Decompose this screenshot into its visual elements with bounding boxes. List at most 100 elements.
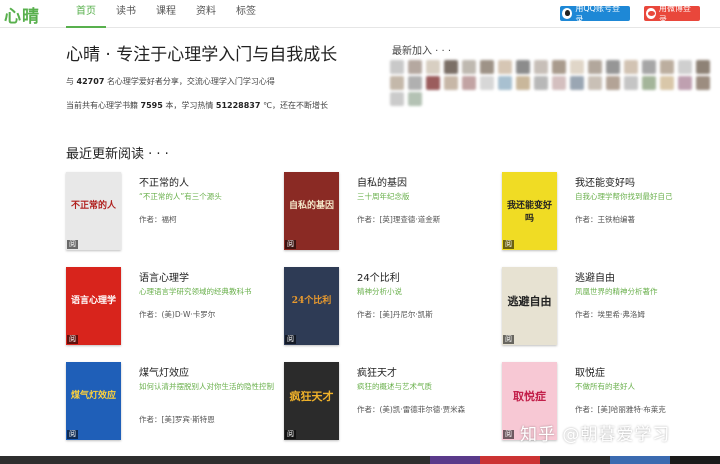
- main-nav: 首页 读书 课程 资料 标签: [66, 0, 266, 28]
- member-avatar[interactable]: [552, 60, 566, 74]
- member-count-suffix: 名心理学爱好者分享，交流心理学入门学习心得: [106, 77, 275, 86]
- book-subtitle: 三十周年纪念版: [357, 192, 410, 201]
- hero-title: 心晴 · 专注于心理学入门与自我成长: [66, 45, 338, 65]
- member-avatar[interactable]: [516, 76, 530, 90]
- book-title[interactable]: 语言心理学: [139, 269, 189, 284]
- member-avatar[interactable]: [390, 76, 404, 90]
- member-avatar[interactable]: [624, 60, 638, 74]
- book-cover[interactable]: 自私的基因阅: [284, 172, 339, 250]
- site-logo[interactable]: 心晴: [4, 2, 40, 27]
- book-card[interactable]: 自私的基因阅 自私的基因三十周年纪念版作者：[英]理查德·道金斯: [284, 172, 494, 254]
- member-avatar[interactable]: [570, 60, 584, 74]
- book-stats-line: 当前共有心理学书籍 7595 本，学习热情 51228837 ℃，还在不断增长: [66, 100, 328, 111]
- book-title[interactable]: 自私的基因: [357, 174, 407, 189]
- book-subtitle: 心理语言学研究领域的经典教科书: [139, 287, 252, 296]
- strip-segment: [0, 456, 430, 464]
- member-avatar[interactable]: [390, 60, 404, 74]
- book-cover-title: 语言心理学: [70, 296, 116, 306]
- book-subtitle: 凤凰世界的精神分析著作: [575, 287, 658, 296]
- book-cover[interactable]: 逃避自由阅: [502, 267, 557, 345]
- strip-segment: [480, 456, 540, 464]
- top-navigation-bar: 心晴 首页 读书 课程 资料 标签 用QQ账号登录 用微博登录: [0, 0, 720, 28]
- member-avatar[interactable]: [408, 92, 422, 106]
- member-avatar[interactable]: [552, 76, 566, 90]
- book-card[interactable]: 逃避自由阅 逃避自由凤凰世界的精神分析著作 作者：埃里希·弗洛姆: [502, 267, 712, 349]
- nav-materials[interactable]: 资料: [186, 0, 226, 28]
- strip-segment: [610, 456, 670, 464]
- strip-segment: [430, 456, 480, 464]
- book-cover[interactable]: 不正常的人阅: [66, 172, 121, 250]
- member-avatar[interactable]: [516, 60, 530, 74]
- book-title[interactable]: 逃避自由: [575, 269, 615, 284]
- member-avatar[interactable]: [498, 76, 512, 90]
- member-count: 42707: [76, 77, 105, 86]
- member-avatar[interactable]: [534, 76, 548, 90]
- book-card[interactable]: 疯狂天才阅疯狂天才 疯狂的概述与艺术气质 作者：(美)凯·雷德菲尔德·贾米森: [284, 362, 494, 444]
- book-author: 作者：福柯: [139, 215, 177, 224]
- book-author: 作者：(美)凯·雷德菲尔德·贾米森: [357, 405, 466, 414]
- member-avatar[interactable]: [462, 60, 476, 74]
- member-avatar[interactable]: [588, 76, 602, 90]
- member-avatar[interactable]: [642, 60, 656, 74]
- book-count: 7595: [140, 101, 163, 110]
- book-title[interactable]: 24个比利: [357, 269, 400, 284]
- member-avatar[interactable]: [498, 60, 512, 74]
- member-avatar[interactable]: [426, 60, 440, 74]
- book-author: 作者：埃里希·弗洛姆: [575, 310, 645, 319]
- book-cover[interactable]: 疯狂天才阅: [284, 362, 339, 440]
- book-cover[interactable]: 煤气灯效应阅: [66, 362, 121, 440]
- nav-home[interactable]: 首页: [66, 0, 106, 28]
- read-badge: 阅: [503, 335, 514, 344]
- member-avatar[interactable]: [570, 76, 584, 90]
- member-avatar[interactable]: [588, 60, 602, 74]
- book-card[interactable]: 语言心理学阅语言心理学 心理语言学研究领域的经典教科书 作者：(美)D·W·卡罗尔: [66, 267, 276, 349]
- weibo-login-button[interactable]: 用微博登录: [644, 4, 700, 24]
- member-avatar[interactable]: [408, 60, 422, 74]
- member-avatar[interactable]: [660, 60, 674, 74]
- book-title[interactable]: 我还能变好吗: [575, 174, 635, 189]
- book-author: 作者：[英]理查德·道金斯: [357, 215, 441, 224]
- member-avatar[interactable]: [678, 76, 692, 90]
- member-avatar[interactable]: [678, 60, 692, 74]
- book-cover[interactable]: 语言心理学阅: [66, 267, 121, 345]
- member-avatar[interactable]: [696, 76, 710, 90]
- member-avatar[interactable]: [444, 60, 458, 74]
- book-title[interactable]: 煤气灯效应: [139, 364, 189, 379]
- read-badge: 阅: [285, 430, 296, 439]
- book-card[interactable]: 我还能变好吗阅我还能变好吗 自我心理学帮你找到最好自己 作者：王铁柏编著: [502, 172, 712, 254]
- member-avatar[interactable]: [390, 92, 404, 106]
- nav-courses[interactable]: 课程: [146, 0, 186, 28]
- member-avatar[interactable]: [624, 76, 638, 90]
- book-card[interactable]: 24个比利阅 24个比利 精神分析小说 作者：[美]丹尼尔·凯斯: [284, 267, 494, 349]
- book-author: 作者：[美]哈丽雅特·布莱克: [575, 405, 666, 414]
- book-title[interactable]: 疯狂天才: [357, 364, 397, 379]
- member-avatar[interactable]: [480, 60, 494, 74]
- nav-tags[interactable]: 标签: [226, 0, 266, 28]
- book-title[interactable]: 不正常的人: [139, 174, 189, 189]
- book-cover[interactable]: 24个比利阅: [284, 267, 339, 345]
- member-avatar[interactable]: [642, 76, 656, 90]
- strip-segment: [670, 456, 720, 464]
- member-avatar[interactable]: [462, 76, 476, 90]
- member-avatar[interactable]: [606, 60, 620, 74]
- read-badge: 阅: [285, 335, 296, 344]
- member-avatar[interactable]: [408, 76, 422, 90]
- book-card[interactable]: 不正常的人阅不正常的人 “不正常的人”有三个源头 作者：福柯: [66, 172, 276, 254]
- member-avatar[interactable]: [696, 60, 710, 74]
- member-count-prefix: 与: [66, 77, 74, 86]
- member-avatar[interactable]: [660, 76, 674, 90]
- book-cover[interactable]: 我还能变好吗阅: [502, 172, 557, 250]
- member-avatar[interactable]: [426, 76, 440, 90]
- member-avatar[interactable]: [444, 76, 458, 90]
- book-title[interactable]: 取悦症: [575, 364, 605, 379]
- weibo-icon: [646, 8, 656, 19]
- nav-books[interactable]: 读书: [106, 0, 146, 28]
- member-avatar[interactable]: [480, 76, 494, 90]
- member-avatar[interactable]: [606, 76, 620, 90]
- book-cover-title: 煤气灯效应: [70, 391, 116, 401]
- book-card[interactable]: 煤气灯效应阅煤气灯效应 如何认清并摆脱别人对你生活的隐性控制 作者：[美]罗宾·斯特…: [66, 362, 276, 444]
- book-subtitle: 不做所有的老好人: [575, 382, 635, 391]
- member-avatar[interactable]: [534, 60, 548, 74]
- qq-login-button[interactable]: 用QQ账号登录: [560, 4, 630, 24]
- book-subtitle: 如何认清并摆脱别人对你生活的隐性控制: [139, 382, 274, 391]
